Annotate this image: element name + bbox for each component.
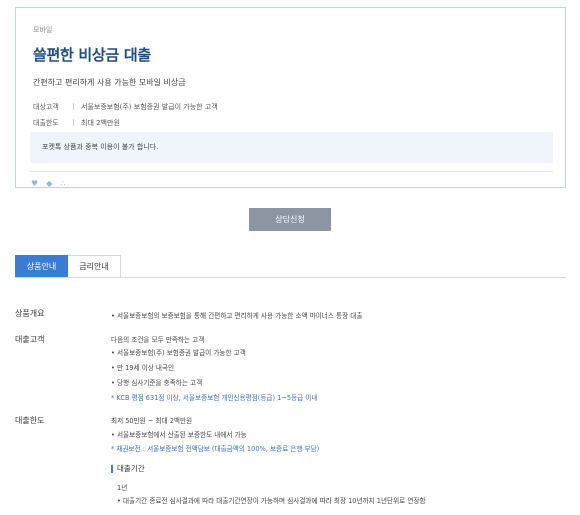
- tab-rate-info[interactable]: 금리안내: [68, 255, 121, 278]
- target-line: • 서울보증보험(주) 보험증권 발급이 가능한 고객: [111, 349, 246, 357]
- target-line: • 당행 심사기준을 충족하는 고객: [111, 379, 203, 387]
- channel-tag: 모바일: [33, 26, 53, 34]
- overview-line: • 서울보증보험의 보증보험을 통해 간편하고 편리하게 사용 가능한 소액 마…: [111, 312, 363, 320]
- limit-note: * 채권보전 : 서울보증보험 전액담보 (대출금액의 100%, 보증료 은행…: [111, 445, 320, 453]
- share-icon[interactable]: ∴: [60, 179, 65, 189]
- limit-label: 대출한도: [33, 119, 59, 127]
- card-divider: [30, 171, 553, 172]
- overview-label: 상품개요: [15, 309, 45, 318]
- limit-line: 최저 50만원 ~ 최대 2백만원: [111, 417, 193, 425]
- loan-period-value: 1년: [117, 484, 128, 492]
- loan-period-heading: 대출기간: [111, 465, 145, 473]
- row-separator: [73, 119, 74, 126]
- tab-bar: 상품안내 금리안내: [15, 255, 121, 278]
- loan-period-detail: • 대출기간 종료전 심사결과에 따라 대출기간연장이 가능하며 심사결과에 따…: [117, 497, 426, 505]
- target-line: 다음의 조건을 모두 만족하는 고객: [111, 336, 205, 344]
- limit-row: 대출한도 최대 2백만원: [33, 118, 120, 128]
- target-label: 대상고객: [33, 103, 59, 111]
- limit-line: • 서울보증보험에서 산출된 보증한도 내에서 가능: [111, 431, 247, 439]
- card-actions: ♥ ◆ ∴: [31, 179, 65, 189]
- heart-icon[interactable]: ♥: [31, 179, 38, 189]
- consult-button[interactable]: 상담신청: [249, 208, 331, 231]
- product-title: 쓸편한 비상금 대출: [33, 46, 151, 64]
- tab-underline: [15, 277, 566, 278]
- tag-icon[interactable]: ◆: [46, 179, 52, 189]
- target-note: * KCB 평점 631점 이상, 서울보증보험 개인신용평점(등급) 1~5등…: [111, 394, 318, 402]
- product-card: 모바일 쓸편한 비상금 대출 간편하고 편리하게 사용 가능한 모바일 비상금 …: [15, 7, 566, 188]
- row-separator: [73, 103, 74, 110]
- notice-box: 포켓톡 상품과 중복 이용이 불가 합니다.: [30, 132, 553, 163]
- target-section-label: 대출고객: [15, 335, 45, 344]
- target-line: • 만 19세 이상 내국인: [111, 364, 175, 372]
- product-subtitle: 간편하고 편리하게 사용 가능한 모바일 비상금: [33, 78, 186, 87]
- limit-section-label: 대출한도: [15, 416, 45, 425]
- tab-product-info[interactable]: 상품안내: [15, 255, 68, 278]
- limit-value: 최대 2백만원: [81, 119, 120, 127]
- target-value: 서울보증보험(주) 보험증권 발급이 가능한 고객: [81, 103, 218, 111]
- target-row: 대상고객 서울보증보험(주) 보험증권 발급이 가능한 고객: [33, 102, 218, 112]
